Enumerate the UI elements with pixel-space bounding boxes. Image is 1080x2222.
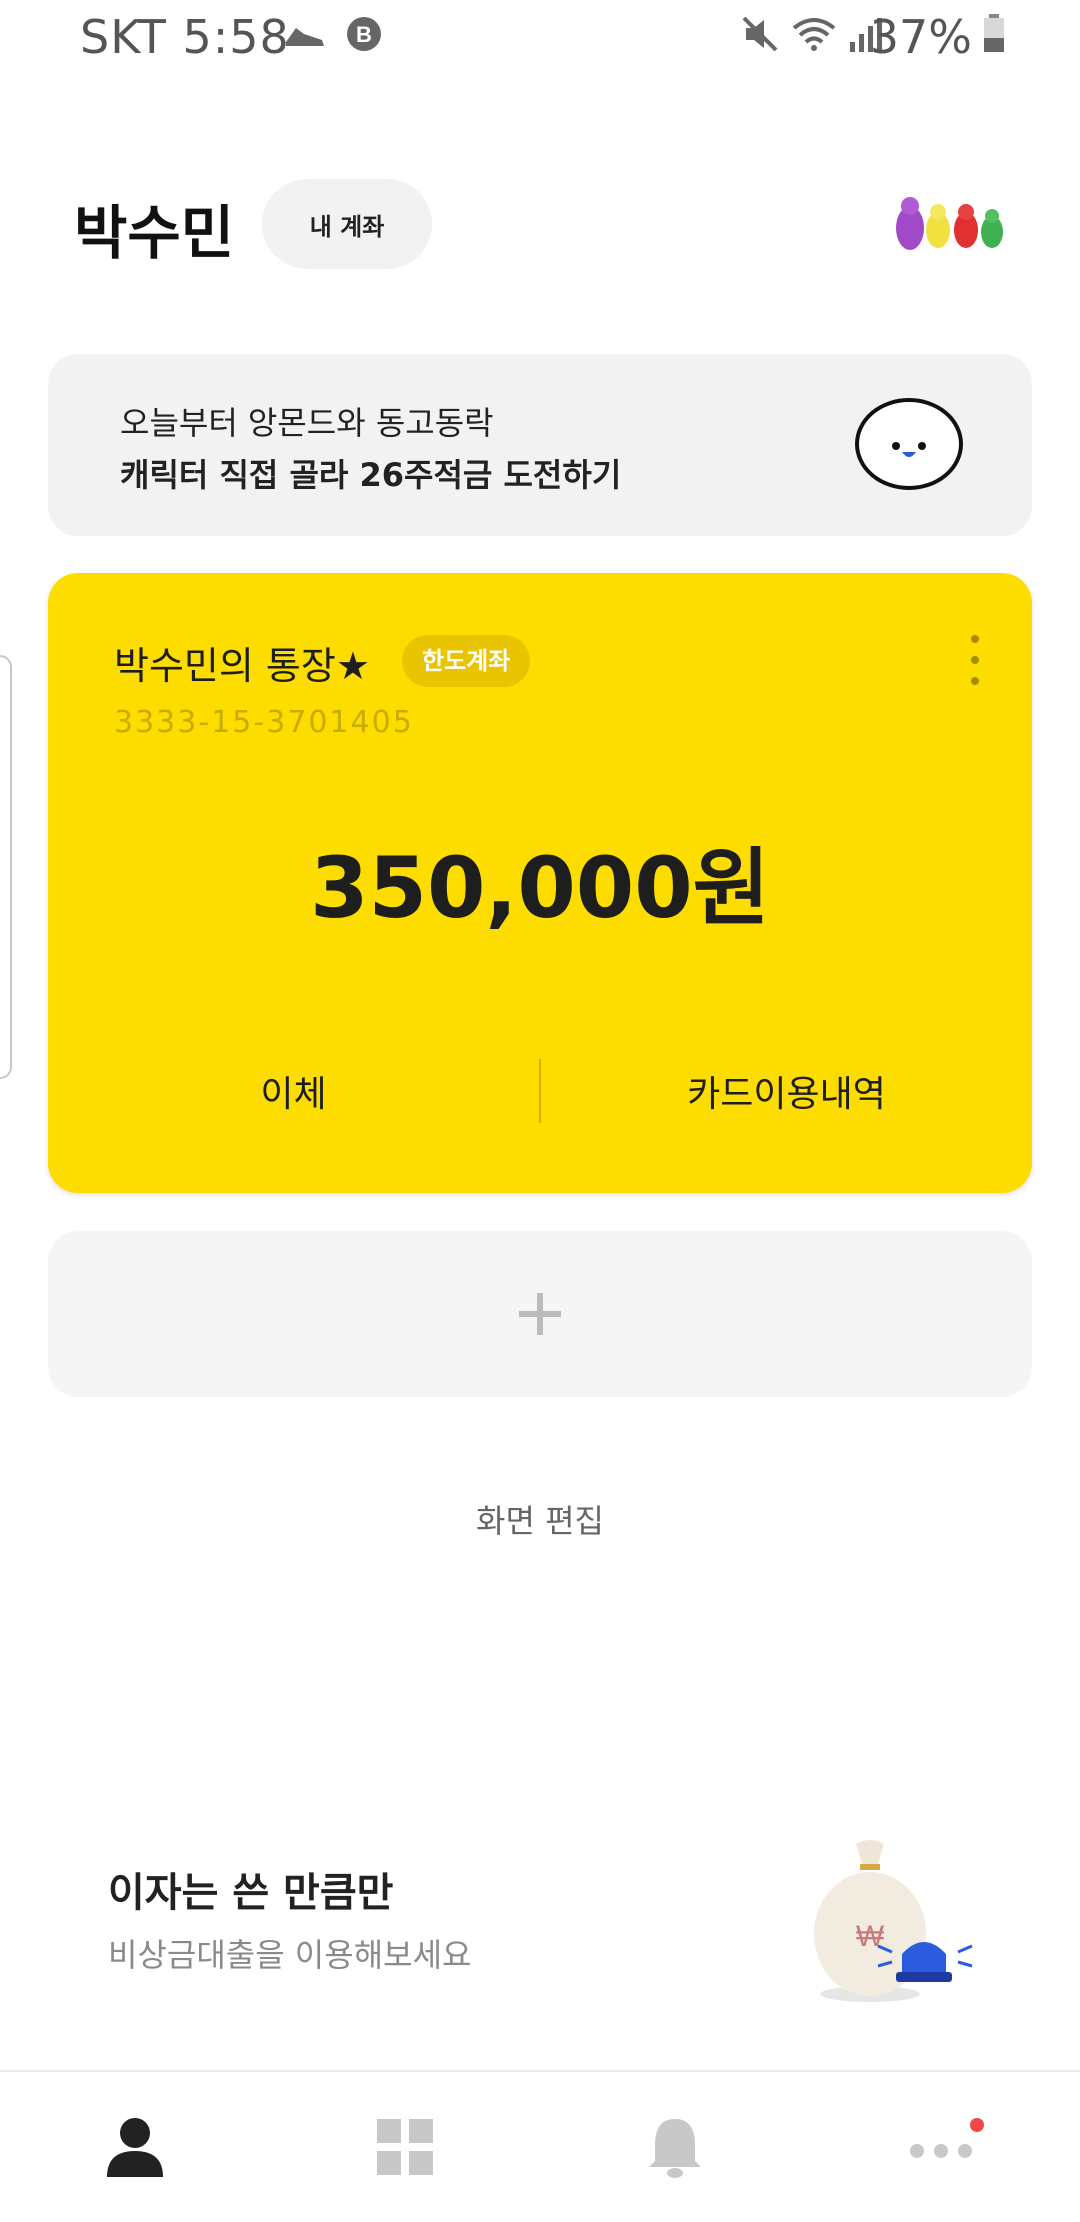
owner-name: 박수민	[74, 199, 235, 267]
money-bag-siren-icon: ₩	[814, 1840, 973, 2002]
loan-ad-subtitle[interactable]: 비상금대출을 이용해보세요	[108, 1930, 471, 1976]
my-account-button[interactable]: 내 계좌	[262, 179, 432, 269]
account-card[interactable]: 박수민의 통장★ 한도계좌 3333-15-3701405 350,000원 이…	[48, 573, 1032, 1193]
bottom-navigation	[0, 2070, 1080, 2222]
card-history-button[interactable]: 카드이용내역	[541, 1043, 1032, 1139]
plus-icon	[519, 1293, 561, 1335]
promo-banner[interactable]: 오늘부터 앙몬드와 동고동락 캐릭터 직접 골라 26주적금 도전하기	[48, 354, 1032, 536]
bell-icon	[649, 2119, 701, 2178]
nav-more[interactable]	[810, 2072, 1080, 2222]
side-handle[interactable]	[0, 655, 12, 1079]
svg-text:B: B	[356, 22, 372, 47]
loan-ad-title[interactable]: 이자는 쓴 만큼만	[108, 1860, 393, 1918]
account-title: 박수민의 통장★	[114, 644, 370, 688]
add-account-button[interactable]	[48, 1231, 1032, 1397]
more-vertical-icon[interactable]	[968, 635, 982, 685]
person-icon	[107, 2118, 163, 2177]
character-icon	[855, 398, 963, 490]
notification-dot	[970, 2118, 984, 2132]
transfer-button[interactable]: 이체	[48, 1043, 539, 1139]
grid-icon	[377, 2119, 433, 2175]
promo-line2: 캐릭터 직접 골라 26주적금 도전하기	[120, 456, 622, 494]
account-balance: 350,000원	[310, 839, 770, 937]
carrier-time: SKT 5:58	[80, 10, 290, 64]
profile-avatar[interactable]	[890, 188, 1010, 258]
b-app-icon: B	[347, 17, 381, 51]
nav-notifications[interactable]	[540, 2072, 810, 2222]
edit-screen-link[interactable]: 화면 편집	[0, 1496, 1080, 1542]
status-bar: SKT 5:58 B 37%	[0, 0, 1080, 72]
nav-services[interactable]	[270, 2072, 540, 2222]
battery-percent: 37%	[869, 10, 972, 64]
shoe-icon	[286, 28, 324, 46]
more-icon	[910, 2118, 984, 2158]
mute-icon	[742, 16, 778, 52]
wifi-icon	[792, 18, 836, 51]
limit-account-badge: 한도계좌	[402, 635, 531, 687]
nav-my-account[interactable]	[0, 2072, 270, 2222]
account-number: 3333-15-3701405	[114, 705, 414, 740]
battery-icon	[984, 14, 1004, 52]
promo-line1: 오늘부터 앙몬드와 동고동락	[120, 404, 494, 442]
